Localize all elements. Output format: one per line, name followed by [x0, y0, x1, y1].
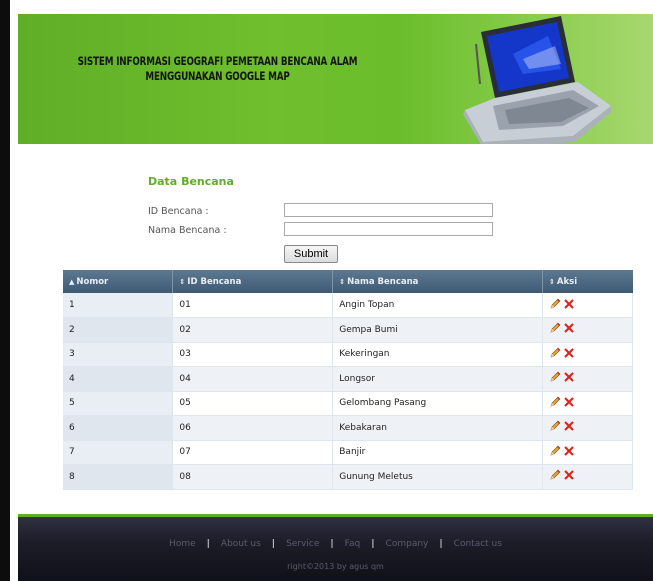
cell-nomor: 6 — [63, 415, 174, 441]
column-header-label: Aksi — [556, 276, 578, 287]
footer-separator: | — [206, 539, 210, 549]
cell-id-bencana: 02 — [172, 317, 334, 343]
column-header-nama-bencana[interactable]: ⇕ Nama Bencana — [332, 270, 544, 293]
pencil-edit-icon[interactable] — [549, 396, 561, 408]
cell-nama-bencana: Gunung Meletus — [332, 464, 544, 490]
laptop-image — [463, 16, 611, 144]
footer-link-home[interactable]: Home — [169, 539, 196, 549]
pencil-edit-icon[interactable] — [549, 420, 561, 432]
table-header-row: ▲ Nomor ⇕ ID Bencana ⇕ Nama Bencana ⇕ Aksi — [63, 270, 633, 293]
cell-nomor: 2 — [63, 317, 174, 343]
cell-id-bencana: 03 — [172, 342, 334, 367]
table-row: 3 03 Kekeringan — [63, 342, 633, 367]
footer-separator: | — [371, 539, 375, 549]
table-row: 4 04 Longsor — [63, 366, 633, 392]
table-row: 6 06 Kebakaran — [63, 415, 633, 441]
site-title-line-2: MENGGUNAKAN GOOGLE MAP — [145, 69, 290, 83]
column-header-nomor[interactable]: ▲ Nomor — [63, 270, 174, 293]
column-header-aksi[interactable]: ⇕ Aksi — [542, 270, 633, 293]
footer-separator: | — [271, 539, 276, 549]
pencil-edit-icon[interactable] — [549, 445, 561, 457]
page: SISTEM INFORMASI GEOGRAFI PEMETAAN BENCA… — [10, 0, 653, 581]
submit-button[interactable]: Submit — [284, 245, 338, 263]
sort-icon: ⇕ — [549, 277, 555, 286]
column-header-label: Nama Bencana — [347, 276, 419, 287]
sort-asc-icon: ▲ — [69, 277, 75, 286]
cell-id-bencana: 08 — [172, 464, 334, 490]
footer-separator: | — [330, 539, 334, 549]
sort-icon: ⇕ — [179, 277, 186, 286]
cell-nomor: 7 — [63, 440, 174, 465]
cell-id-bencana: 07 — [172, 440, 334, 465]
pencil-edit-icon[interactable] — [549, 371, 561, 383]
delete-x-icon[interactable] — [564, 372, 574, 382]
column-header-label: ID Bencana — [187, 276, 242, 287]
cell-nama-bencana: Gelombang Pasang — [332, 391, 544, 416]
footer-link-company[interactable]: Company — [386, 539, 429, 549]
left-window-border — [0, 0, 10, 581]
cell-nama-bencana: Kebakaran — [332, 415, 544, 441]
table-row: 2 02 Gempa Bumi — [63, 317, 633, 343]
cell-nomor: 5 — [63, 391, 174, 416]
cell-nomor: 1 — [63, 293, 174, 318]
cell-aksi — [542, 391, 633, 416]
cell-nama-bencana: Angin Topan — [332, 293, 544, 318]
table-row: 1 01 Angin Topan — [63, 293, 633, 318]
cell-aksi — [542, 366, 633, 392]
cell-nomor: 8 — [63, 464, 174, 490]
nama-bencana-label: Nama Bencana : — [148, 225, 227, 236]
footer-nav: Home | About us | Service | Faq | Company | Contac… — [18, 539, 653, 549]
header-banner: SISTEM INFORMASI GEOGRAFI PEMETAAN BENCA… — [18, 14, 653, 144]
cell-id-bencana: 05 — [172, 391, 334, 416]
delete-x-icon[interactable] — [564, 470, 574, 480]
table-row: 7 07 Banjir — [63, 440, 633, 465]
pencil-edit-icon[interactable] — [549, 469, 561, 481]
site-title: SISTEM INFORMASI GEOGRAFI PEMETAAN BENCA… — [56, 54, 379, 84]
cell-nama-bencana: Banjir — [332, 440, 544, 465]
id-bencana-input[interactable] — [284, 203, 493, 217]
pencil-edit-icon[interactable] — [549, 298, 561, 310]
cell-nama-bencana: Longsor — [332, 366, 544, 392]
footer-link-faq[interactable]: Faq — [345, 539, 361, 549]
cell-aksi — [542, 317, 633, 343]
delete-x-icon[interactable] — [564, 446, 574, 456]
id-bencana-label: ID Bencana : — [148, 206, 209, 217]
footer-link-about-us[interactable]: About us — [221, 539, 261, 549]
delete-x-icon[interactable] — [564, 348, 574, 358]
cell-aksi — [542, 415, 633, 441]
footer-copyright: right©2013 by agus qm — [287, 562, 384, 571]
pencil-edit-icon[interactable] — [549, 347, 561, 359]
footer-separator: | — [439, 539, 443, 549]
footer-link-service[interactable]: Service — [286, 539, 319, 549]
delete-x-icon[interactable] — [564, 298, 574, 309]
delete-x-icon[interactable] — [564, 323, 574, 333]
cell-id-bencana: 01 — [172, 293, 334, 318]
footer: Home | About us | Service | Faq | Company | Contac… — [18, 514, 653, 581]
cell-id-bencana: 04 — [172, 366, 334, 392]
cell-aksi — [542, 440, 633, 465]
bencana-table: ▲ Nomor ⇕ ID Bencana ⇕ Nama Bencana ⇕ Aksi 1… — [63, 270, 633, 490]
cell-nama-bencana: Kekeringan — [332, 342, 544, 367]
delete-x-icon[interactable] — [564, 397, 574, 407]
cell-nama-bencana: Gempa Bumi — [332, 317, 544, 343]
site-title-line-1: SISTEM INFORMASI GEOGRAFI PEMETAAN BENCA… — [77, 54, 358, 68]
table-row: 8 08 Gunung Meletus — [63, 464, 633, 490]
cell-nomor: 4 — [63, 366, 174, 392]
table-row: 5 05 Gelombang Pasang — [63, 391, 633, 416]
column-header-label: Nomor — [76, 276, 109, 287]
cell-aksi — [542, 342, 633, 367]
cell-aksi — [542, 293, 633, 318]
delete-x-icon[interactable] — [564, 421, 574, 431]
footer-link-contact-us[interactable]: Contact us — [454, 539, 502, 549]
cell-aksi — [542, 464, 633, 490]
form-title: Data Bencana — [148, 175, 234, 188]
sort-icon: ⇕ — [339, 277, 346, 286]
column-header-id-bencana[interactable]: ⇕ ID Bencana — [172, 270, 334, 293]
nama-bencana-input[interactable] — [284, 222, 493, 236]
pencil-edit-icon[interactable] — [549, 322, 561, 334]
cell-id-bencana: 06 — [172, 415, 334, 441]
cell-nomor: 3 — [63, 342, 174, 367]
